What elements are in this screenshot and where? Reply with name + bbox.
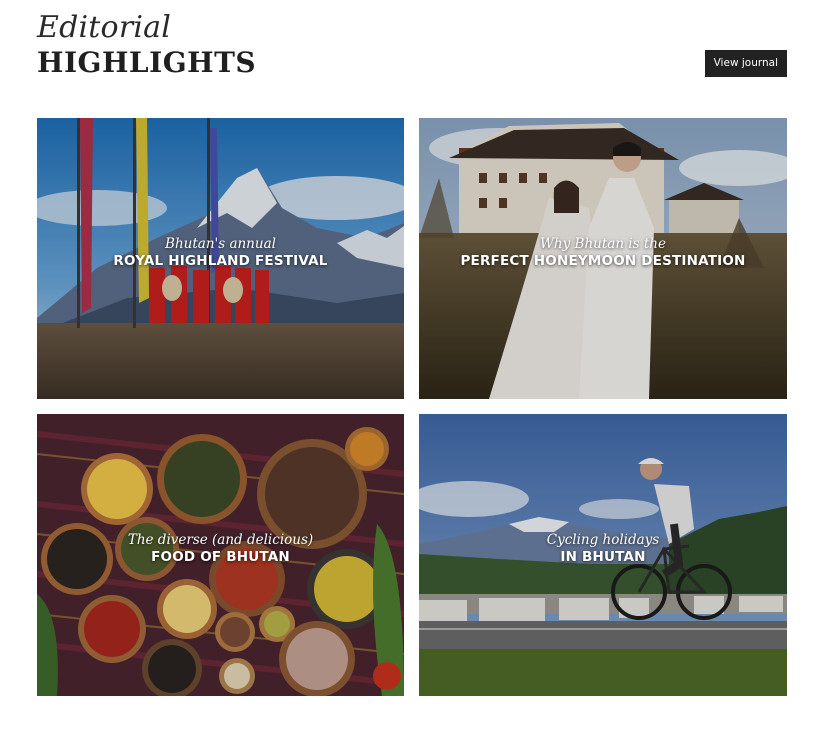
card-cycling-in-bhutan[interactable]: Cycling holidays IN BHUTAN [419,414,787,696]
card-subtitle: Cycling holidays [546,532,660,548]
card-food-of-bhutan[interactable]: The diverse (and delicious) FOOD OF BHUT… [37,414,404,696]
card-title: FOOD OF BHUTAN [151,549,290,565]
card-perfect-honeymoon-destination[interactable]: Why Bhutan is the PERFECT HONEYMOON DEST… [419,118,787,399]
card-caption: Why Bhutan is the PERFECT HONEYMOON DEST… [419,236,787,270]
section-title: HIGHLIGHTS [37,46,257,79]
card-subtitle: The diverse (and delicious) [127,532,314,548]
section-header: Editorial HIGHLIGHTS View journal [37,10,787,90]
card-caption: Cycling holidays IN BHUTAN [419,532,787,566]
section-eyebrow: Editorial [37,10,172,45]
card-subtitle: Why Bhutan is the [540,236,666,252]
card-title: ROYAL HIGHLAND FESTIVAL [113,253,328,269]
card-title: PERFECT HONEYMOON DESTINATION [460,253,746,269]
card-caption: Bhutan's annual ROYAL HIGHLAND FESTIVAL [37,236,404,270]
card-royal-highland-festival[interactable]: Bhutan's annual ROYAL HIGHLAND FESTIVAL [37,118,404,399]
card-subtitle: Bhutan's annual [165,236,276,252]
card-title: IN BHUTAN [560,549,646,565]
view-journal-button[interactable]: View journal [704,50,787,77]
editorial-grid: Bhutan's annual ROYAL HIGHLAND FESTIVAL [37,118,787,696]
card-caption: The diverse (and delicious) FOOD OF BHUT… [37,532,404,566]
